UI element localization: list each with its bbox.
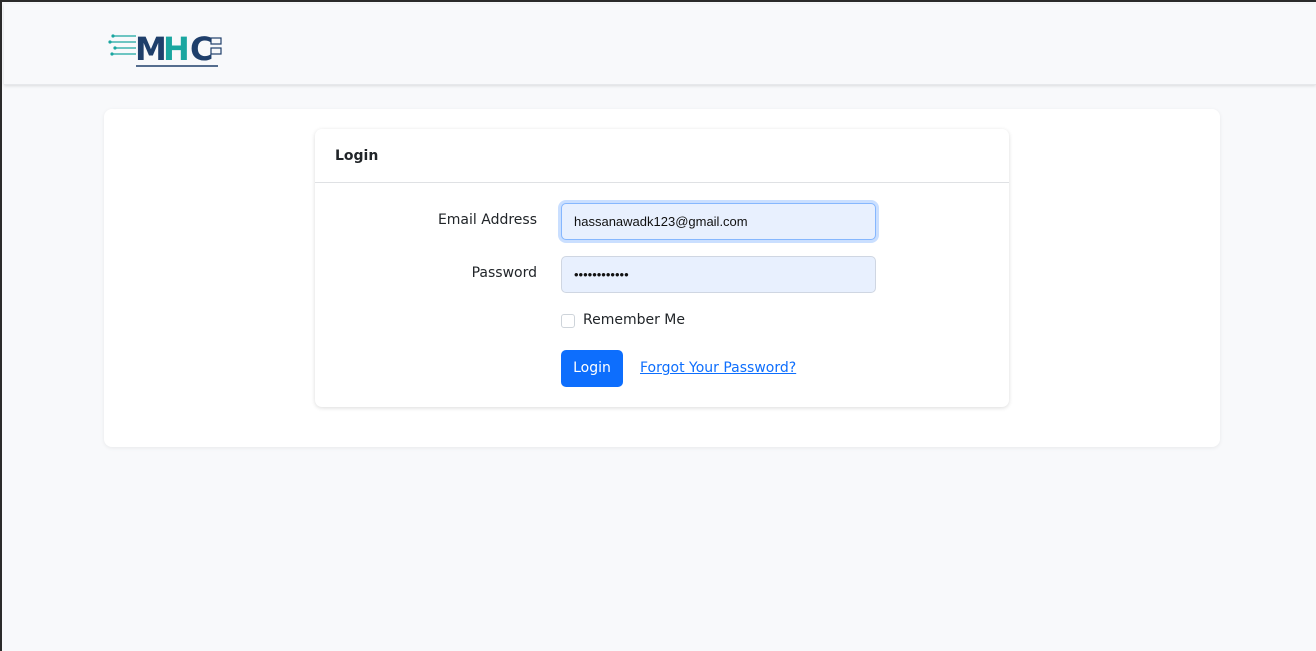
login-button[interactable]: Login [561, 350, 623, 387]
mhc-logo-icon: M H C [108, 30, 222, 68]
login-card: Login Email Address hassanawadk123@gmail… [315, 129, 1009, 407]
content-card: Login Email Address hassanawadk123@gmail… [104, 109, 1220, 447]
email-field[interactable]: hassanawadk123@gmail.com [561, 203, 876, 240]
top-navbar: M H C [4, 4, 1316, 85]
svg-text:H: H [163, 30, 190, 68]
password-field[interactable]: •••••••••••• [561, 256, 876, 293]
brand-logo[interactable]: M H C [108, 24, 226, 72]
remember-me-label[interactable]: Remember Me [583, 312, 685, 328]
email-label: Email Address [437, 212, 537, 228]
remember-me-checkbox[interactable] [561, 314, 575, 328]
login-card-header: Login [315, 129, 1009, 183]
app-window: M H C Login Email Address hassanawadk123… [0, 0, 1316, 651]
password-label: Password [471, 265, 537, 281]
forgot-password-link[interactable]: Forgot Your Password? [640, 360, 796, 376]
svg-text:C: C [190, 30, 213, 68]
